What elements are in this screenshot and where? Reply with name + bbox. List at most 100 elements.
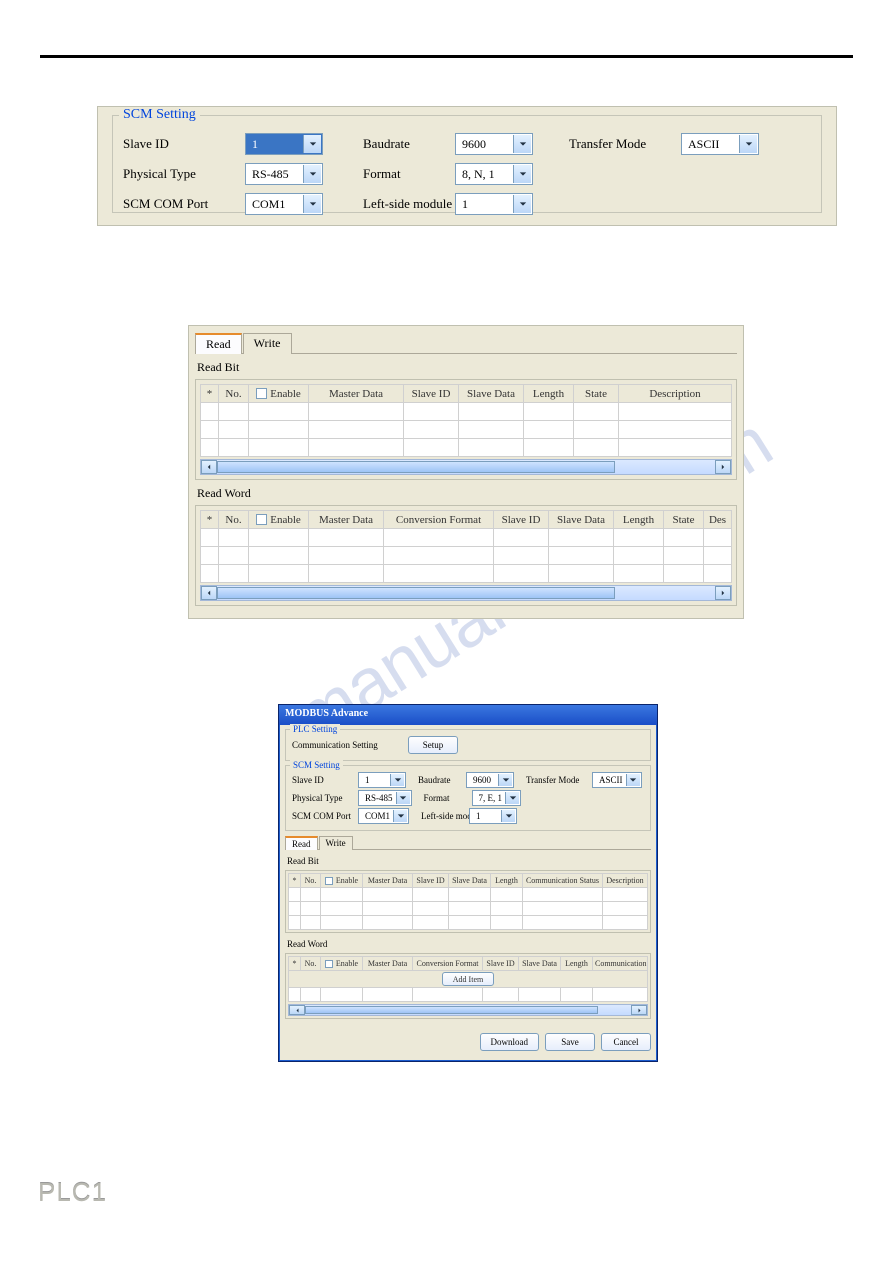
read-bit-grid[interactable]: * No. Enable Master Data Slave ID Slave … <box>200 384 732 457</box>
select-slave-id[interactable]: 1 <box>245 133 323 155</box>
col-star: * <box>201 511 219 529</box>
label-scm-com-port: SCM COM Port <box>123 196 233 212</box>
chevron-down-icon <box>498 774 512 786</box>
col-slave-data: Slave Data <box>519 957 561 971</box>
col-length: Length <box>524 385 574 403</box>
dlg-read-bit-outer: * No. Enable Master Data Slave ID Slave … <box>285 870 651 933</box>
tab-write-dlg[interactable]: Write <box>319 836 353 850</box>
scroll-left-icon[interactable] <box>201 460 217 474</box>
dlg-read-bit-grid[interactable]: * No. Enable Master Data Slave ID Slave … <box>288 873 648 930</box>
select-physical-type[interactable]: RS-485 <box>245 163 323 185</box>
label-physical-type: Physical Type <box>123 166 233 182</box>
label-format: Format <box>363 166 443 182</box>
dlg-read-word-title: Read Word <box>287 939 651 949</box>
chevron-down-icon <box>739 135 757 153</box>
col-slave-id: Slave ID <box>413 874 449 888</box>
label-slave-id: Slave ID <box>123 136 233 152</box>
cancel-button[interactable]: Cancel <box>601 1033 651 1051</box>
label-scm-com-port: SCM COM Port <box>292 811 352 821</box>
chevron-down-icon <box>303 165 321 183</box>
col-conv-format: Conversion Format <box>384 511 494 529</box>
chevron-down-icon <box>390 774 404 786</box>
chevron-down-icon <box>513 165 531 183</box>
dlg-read-word-outer: * No. Enable Master Data Conversion Form… <box>285 953 651 1019</box>
chevron-down-icon <box>501 810 515 822</box>
scroll-right-icon[interactable] <box>715 586 731 600</box>
col-state: State <box>664 511 704 529</box>
dlg-read-word-grid[interactable]: * No. Enable Master Data Conversion Form… <box>288 956 648 1002</box>
checkbox-icon[interactable] <box>325 877 333 885</box>
col-slave-data: Slave Data <box>459 385 524 403</box>
col-enable: Enable <box>321 957 363 971</box>
col-enable: Enable <box>321 874 363 888</box>
chevron-down-icon <box>505 792 519 804</box>
select-baudrate[interactable]: 9600 <box>455 133 533 155</box>
col-star: * <box>201 385 219 403</box>
col-enable: Enable <box>249 385 309 403</box>
col-enable: Enable <box>249 511 309 529</box>
read-bit-title: Read Bit <box>197 360 737 375</box>
select-transfer-mode[interactable]: ASCII <box>681 133 759 155</box>
tab-write[interactable]: Write <box>243 333 292 354</box>
col-comm-status: Communication Status <box>523 874 603 888</box>
col-slave-data: Slave Data <box>449 874 491 888</box>
col-slave-id: Slave ID <box>483 957 519 971</box>
read-word-title: Read Word <box>197 486 737 501</box>
add-item-button[interactable]: Add Item <box>442 972 494 986</box>
dlg-read-bit-title: Read Bit <box>287 856 651 866</box>
page-rule-top <box>40 55 853 58</box>
scm-setting-legend: SCM Setting <box>119 107 200 123</box>
col-comm: Communication <box>593 957 648 971</box>
chevron-down-icon <box>626 774 640 786</box>
select-baudrate-dlg[interactable]: 9600 <box>466 772 514 788</box>
scroll-left-icon[interactable] <box>201 586 217 600</box>
select-scm-com-port[interactable]: COM1 <box>245 193 323 215</box>
plc-badge: PLC1 <box>38 1177 107 1208</box>
col-slave-id: Slave ID <box>404 385 459 403</box>
plc-setting-legend: PLC Setting <box>290 724 340 734</box>
label-baudrate: Baudrate <box>363 136 443 152</box>
tabstrip: Read Write <box>195 332 737 354</box>
dialog-title: MODBUS Advance <box>279 705 657 725</box>
col-star: * <box>289 957 301 971</box>
col-master-data: Master Data <box>309 385 404 403</box>
read-bit-scrollbar[interactable] <box>200 459 732 475</box>
setup-button[interactable]: Setup <box>408 736 458 754</box>
select-slave-id-dlg[interactable]: 1 <box>358 772 406 788</box>
select-format[interactable]: 8, N, 1 <box>455 163 533 185</box>
tabstrip-dlg: Read Write <box>285 835 651 850</box>
chevron-down-icon <box>396 792 410 804</box>
dialog-footer: Download Save Cancel <box>279 1029 657 1055</box>
read-word-scrollbar[interactable] <box>200 585 732 601</box>
select-left-module-dlg[interactable]: 1 <box>469 808 517 824</box>
col-length: Length <box>561 957 593 971</box>
label-transfer-mode: Transfer Mode <box>569 136 669 152</box>
download-button[interactable]: Download <box>480 1033 540 1051</box>
checkbox-icon[interactable] <box>256 514 267 525</box>
select-scm-com-port-dlg[interactable]: COM1 <box>358 808 409 824</box>
scroll-left-icon[interactable] <box>289 1005 305 1015</box>
col-master-data: Master Data <box>363 874 413 888</box>
select-left-module[interactable]: 1 <box>455 193 533 215</box>
read-word-grid[interactable]: * No. Enable Master Data Conversion Form… <box>200 510 732 583</box>
read-write-panel: Read Write Read Bit * No. Enable Master … <box>188 325 744 619</box>
col-master-data: Master Data <box>309 511 384 529</box>
col-length: Length <box>491 874 523 888</box>
select-physical-type-dlg[interactable]: RS-485 <box>358 790 412 806</box>
checkbox-icon[interactable] <box>256 388 267 399</box>
tab-read[interactable]: Read <box>195 333 242 354</box>
dlg-word-scrollbar[interactable] <box>288 1004 648 1016</box>
tab-read-dlg[interactable]: Read <box>285 836 318 850</box>
checkbox-icon[interactable] <box>325 960 333 968</box>
select-format-dlg[interactable]: 7, E, 1 <box>472 790 522 806</box>
col-conv-format: Conversion Format <box>413 957 483 971</box>
scroll-right-icon[interactable] <box>715 460 731 474</box>
chevron-down-icon <box>303 195 321 213</box>
read-word-grid-outer: * No. Enable Master Data Conversion Form… <box>195 505 737 606</box>
save-button[interactable]: Save <box>545 1033 595 1051</box>
modbus-advance-dialog: MODBUS Advance PLC Setting Communication… <box>278 704 658 1062</box>
label-format: Format <box>424 793 466 803</box>
scroll-right-icon[interactable] <box>631 1005 647 1015</box>
chevron-down-icon <box>393 810 407 822</box>
select-transfer-mode-dlg[interactable]: ASCII <box>592 772 642 788</box>
